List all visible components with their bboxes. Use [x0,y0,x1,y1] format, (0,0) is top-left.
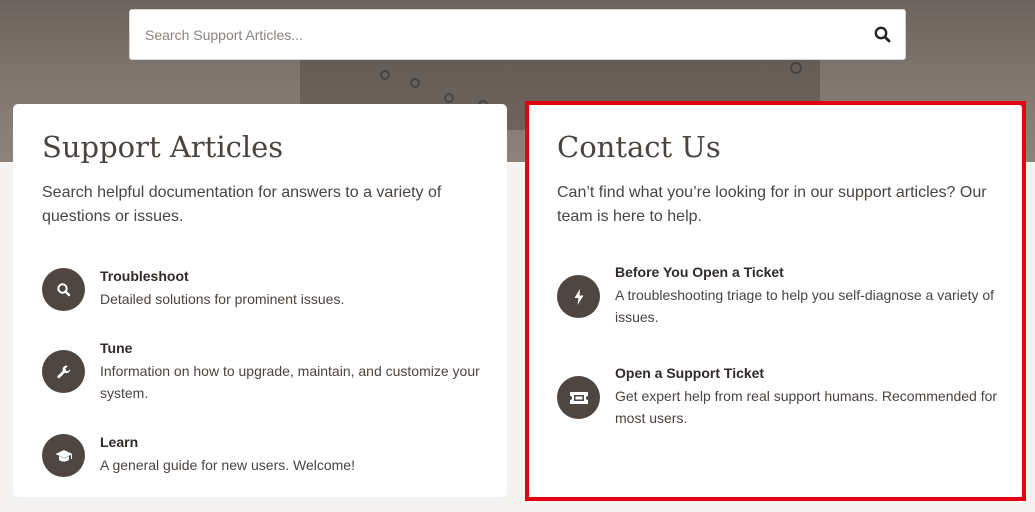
graduation-cap-icon [42,434,85,477]
support-articles-card: Support Articles Search helpful document… [13,104,507,497]
hero-decoration [444,93,454,103]
before-ticket-description: A troubleshooting triage to help you sel… [615,287,995,325]
before-ticket-title: Before You Open a Ticket [615,264,784,280]
contact-us-title: Contact Us [557,130,721,164]
tune-title: Tune [100,340,133,356]
troubleshoot-description: Detailed solutions for prominent issues. [100,291,345,307]
bolt-icon [557,275,600,318]
support-articles-description: Search helpful documentation for answers… [42,184,442,225]
ticket-icon [557,376,600,419]
troubleshoot-title: Troubleshoot [100,268,189,284]
tune-description: Information on how to upgrade, maintain,… [100,363,480,401]
open-ticket-description: Get expert help from real support humans… [615,388,998,426]
search-input[interactable] [130,10,850,59]
learn-title: Learn [100,434,139,450]
hero-decoration [790,62,802,74]
support-articles-title: Support Articles [42,130,284,164]
search-button[interactable] [873,25,893,45]
search-icon [874,26,891,43]
search-bar [129,9,906,60]
contact-us-card: Contact Us Can’t find what you’re lookin… [528,104,1022,497]
hero-decoration [410,78,420,88]
wrench-icon [42,350,85,393]
search-icon [42,268,85,311]
hero-decoration [380,70,390,80]
contact-us-description: Can’t find what you’re looking for in ou… [557,184,987,225]
learn-description: A general guide for new users. Welcome! [100,457,355,473]
open-ticket-title: Open a Support Ticket [615,365,765,381]
